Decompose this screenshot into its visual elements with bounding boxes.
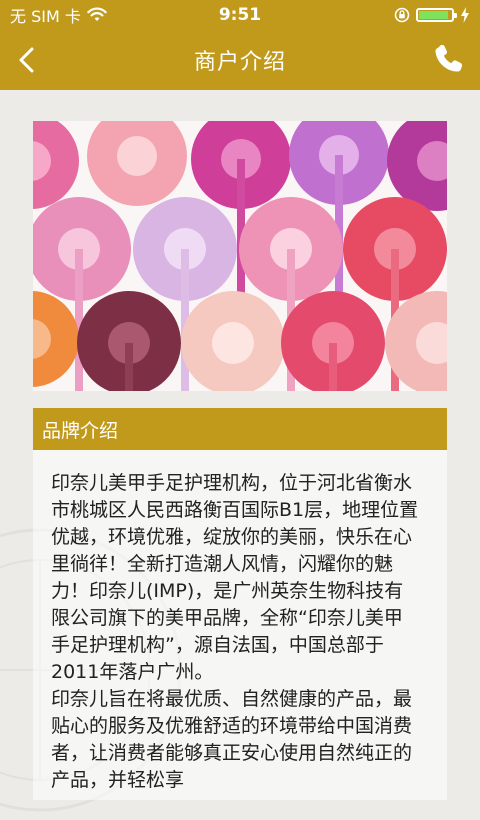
status-right [394, 7, 470, 23]
nav-bar: 商户介绍 [0, 30, 480, 90]
phone-icon[interactable] [432, 42, 466, 76]
paragraph-1: 印奈儿美甲手足护理机构，位于河北省衡水市桃城区人民西路衡百国际B1层，地理位置优… [51, 472, 419, 683]
nail-polish-illustration [33, 121, 447, 391]
hero-image [33, 121, 447, 391]
page-title: 商户介绍 [193, 50, 286, 75]
brand-description: 印奈儿美甲手足护理机构，位于河北省衡水市桃城区人民西路衡百国际B1层，地理位置优… [51, 470, 421, 794]
battery-icon [416, 8, 457, 22]
battery-level-fill [419, 11, 448, 19]
section-header: 品牌介绍 [33, 408, 447, 450]
status-bar: 无 SIM 卡 9:51 [0, 0, 480, 30]
charging-icon [461, 7, 469, 23]
paragraph-2: 印奈儿旨在将最优质、自然健康的产品，最贴心的服务及优雅舒适的环境带给中国消费者，… [51, 688, 413, 791]
wifi-icon [87, 7, 107, 21]
section-title: 品牌介绍 [42, 419, 119, 442]
status-left: 无 SIM 卡 [10, 3, 107, 27]
back-button[interactable] [12, 44, 44, 76]
carrier-label: 无 SIM 卡 [10, 7, 81, 26]
orientation-lock-icon [394, 7, 410, 23]
